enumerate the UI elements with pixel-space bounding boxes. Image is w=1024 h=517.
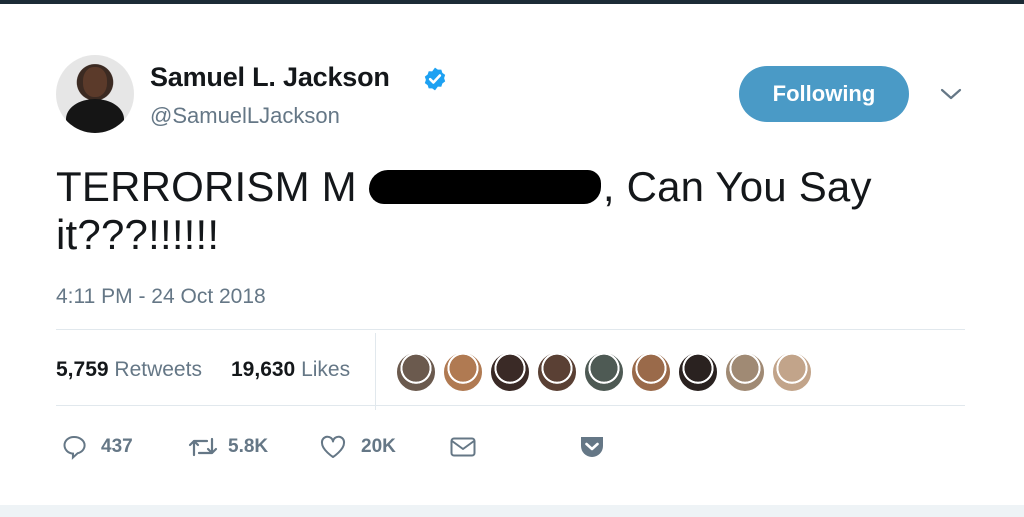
retweet-icon [188,437,218,457]
divider-top [56,329,965,330]
reply-action[interactable]: 437 [61,432,133,462]
tweet-card: Samuel L. Jackson @SamuelLJackson Follow… [0,4,1024,505]
pocket-action[interactable] [578,432,606,462]
likes-count: 19,630 [231,358,296,381]
liker-avatar[interactable] [630,351,672,393]
retweets-count: 5,759 [56,358,109,381]
likes-stat[interactable]: 19,630 Likes [231,358,350,382]
chevron-down-icon[interactable] [939,86,963,102]
liker-avatar[interactable] [489,351,531,393]
heart-icon [320,435,346,458]
pocket-icon [581,437,603,457]
like-count: 20K [361,436,396,457]
page-footer-strip [0,505,1024,517]
liker-avatar[interactable] [724,351,766,393]
retweets-label: Retweets [114,358,202,381]
reply-count: 437 [101,436,133,457]
tweet-text-after: , Can You Say [602,163,872,210]
redaction-mark [357,163,603,211]
reply-icon [63,435,86,460]
envelope-icon [450,437,476,457]
liker-avatar[interactable] [536,351,578,393]
liker-avatar[interactable] [442,351,484,393]
verified-badge-icon [424,67,446,91]
liker-avatar[interactable] [583,351,625,393]
divider-bottom [56,405,965,406]
like-action[interactable]: 20K [319,432,396,462]
direct-message-action[interactable] [449,432,477,462]
author-name[interactable]: Samuel L. Jackson [150,62,390,93]
tweet-text-before: TERRORISM M [56,163,357,210]
retweet-count: 5.8K [228,436,269,457]
tweet-text-line2: it???!!!!!! [56,211,220,258]
divider-vertical [375,333,376,410]
liker-avatar[interactable] [677,351,719,393]
likes-label: Likes [301,358,351,381]
retweet-action[interactable]: 5.8K [188,432,268,462]
tweet-timestamp[interactable]: 4:11 PM - 24 Oct 2018 [56,285,266,309]
avatar[interactable] [56,55,134,133]
following-button[interactable]: Following [739,66,909,122]
author-handle[interactable]: @SamuelLJackson [150,103,340,129]
liker-avatar[interactable] [395,351,437,393]
liker-avatar[interactable] [771,351,813,393]
retweets-stat[interactable]: 5,759 Retweets [56,358,202,382]
tweet-text: TERRORISM M , Can You Say it???!!!!!! [56,163,956,259]
